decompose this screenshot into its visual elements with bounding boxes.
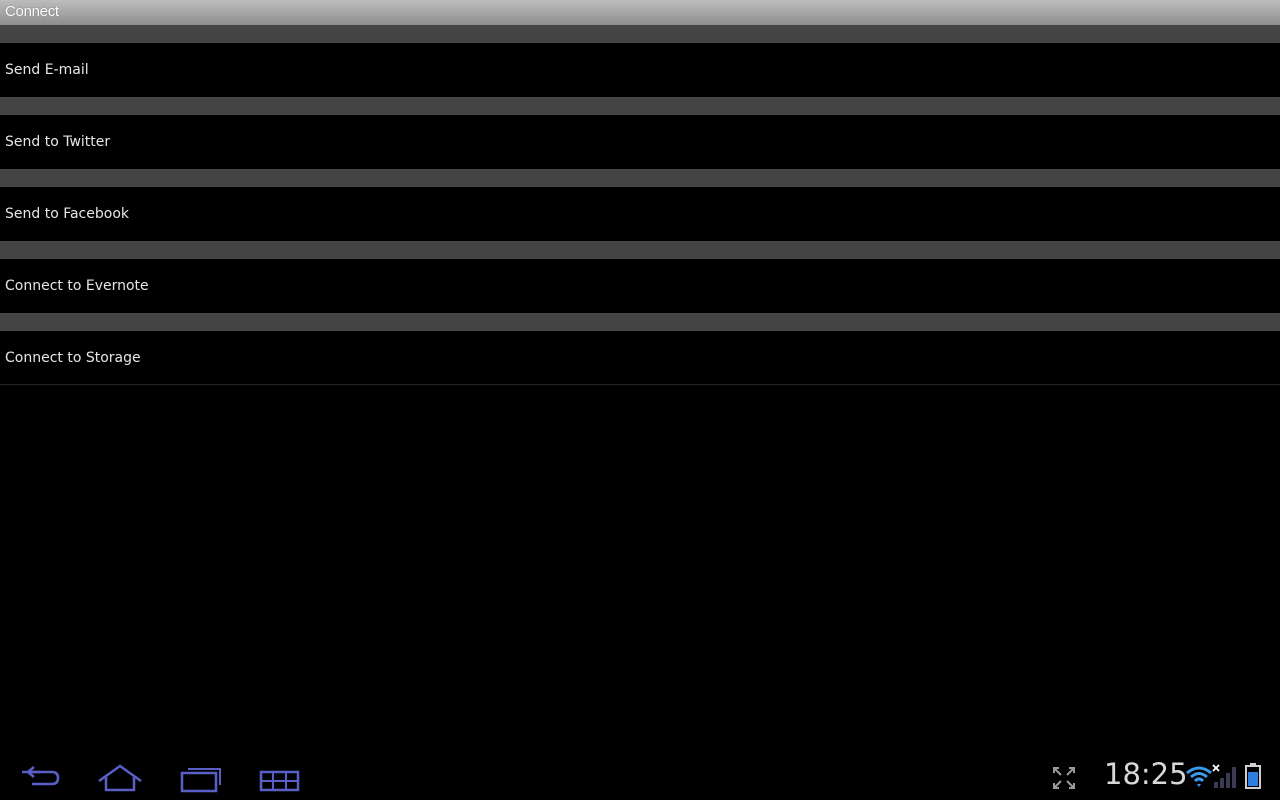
status-clock[interactable]: 18:25: [1104, 756, 1188, 792]
window-title: Connect: [0, 0, 1280, 25]
list-separator: [0, 241, 1280, 259]
menu-item-send-twitter[interactable]: Send to Twitter: [0, 115, 1280, 169]
battery-icon: [1245, 763, 1261, 789]
cell-signal-indicator[interactable]: [1210, 762, 1238, 794]
menu-grid-icon: [259, 770, 300, 792]
menu-item-connect-storage[interactable]: Connect to Storage: [0, 331, 1280, 385]
menu-item-send-facebook[interactable]: Send to Facebook: [0, 187, 1280, 241]
menu-item-label: Connect to Storage: [5, 349, 141, 366]
system-nav-bar: [0, 752, 1280, 800]
menu-item-label: Send to Twitter: [5, 134, 111, 150]
menu-button[interactable]: [250, 758, 310, 798]
menu-item-label: Send to Facebook: [5, 206, 129, 222]
list-separator: [0, 25, 1280, 43]
menu-item-send-email[interactable]: Send E-mail: [0, 43, 1280, 97]
list-separator: [0, 313, 1280, 331]
home-icon: [98, 764, 142, 792]
cell-signal-icon: [1212, 764, 1236, 788]
screen: Connect Send E-mail Send to Twitter Send…: [0, 0, 1280, 800]
recent-apps-button[interactable]: [170, 758, 230, 798]
connect-menu-list: Send E-mail Send to Twitter Send to Face…: [0, 25, 1280, 385]
fullscreen-icon: [1053, 767, 1075, 789]
menu-item-label: Connect to Evernote: [5, 278, 149, 294]
menu-item-connect-evernote[interactable]: Connect to Evernote: [0, 259, 1280, 313]
home-button[interactable]: [90, 758, 150, 798]
menu-item-label: Send E-mail: [5, 62, 89, 78]
fullscreen-button[interactable]: [1050, 764, 1078, 796]
back-icon: [22, 766, 60, 786]
list-separator: [0, 169, 1280, 187]
list-separator: [0, 97, 1280, 115]
recent-apps-icon: [180, 768, 221, 793]
battery-indicator[interactable]: [1243, 762, 1263, 794]
back-button[interactable]: [10, 758, 70, 798]
